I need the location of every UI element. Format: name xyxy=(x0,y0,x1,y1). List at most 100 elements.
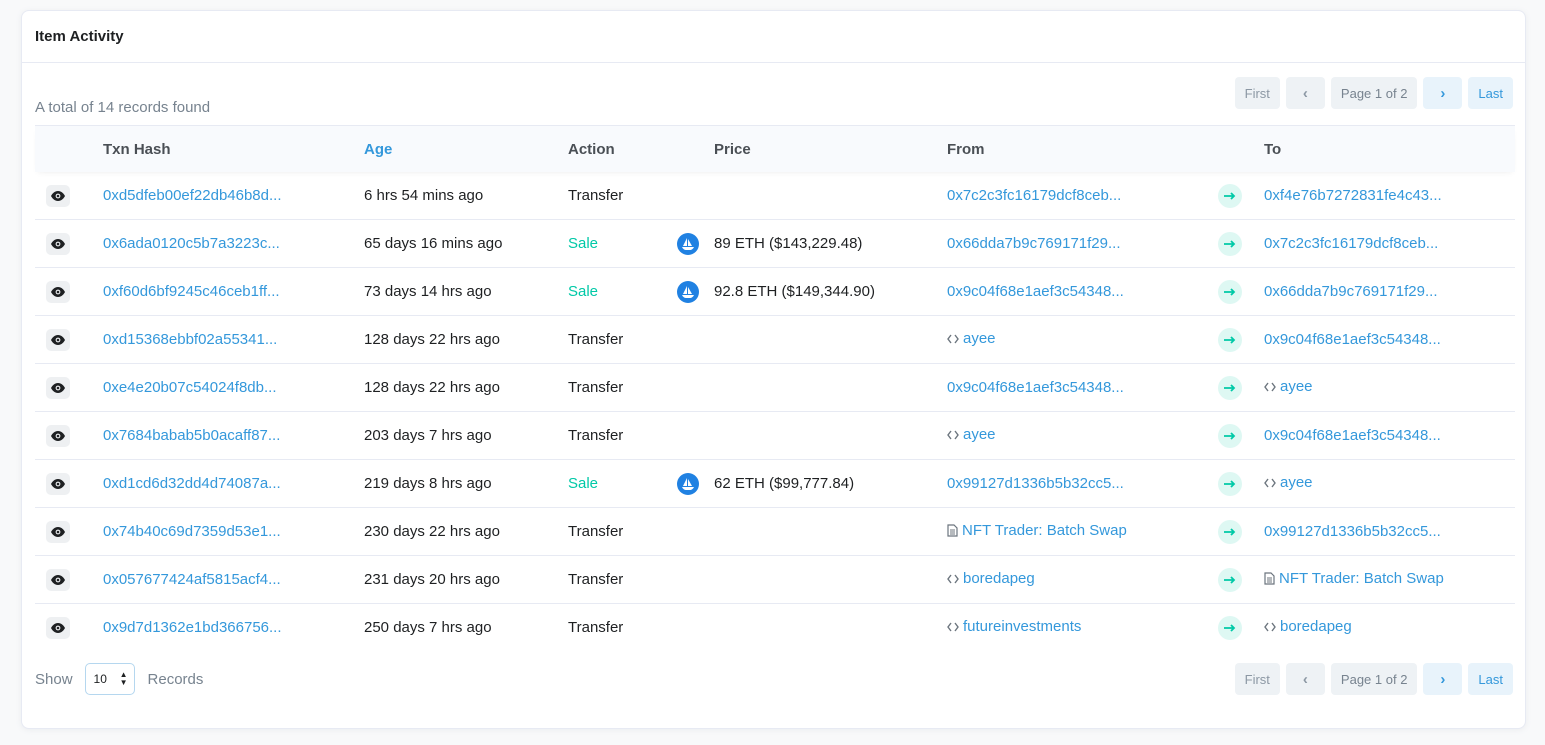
header-age[interactable]: Age xyxy=(364,125,568,172)
arrow-right-icon xyxy=(1218,519,1242,544)
txn-hash-link[interactable]: 0x9d7d1362e1bd366756... xyxy=(103,619,282,636)
txn-hash-link[interactable]: 0x74b40c69d7359d53e1... xyxy=(103,523,281,540)
contract-code-icon xyxy=(947,333,959,345)
page-size-select[interactable]: 10 ▲ ▼ xyxy=(84,663,135,695)
prev-page-button[interactable]: ‹ xyxy=(1285,663,1325,695)
from-address-link[interactable]: 0x9c04f68e1aef3c54348... xyxy=(947,283,1124,300)
to-address-link[interactable]: 0x99127d1336b5b32cc5... xyxy=(1264,523,1441,540)
table-row: 0xe4e20b07c54024f8db... 128 days 22 hrs … xyxy=(35,363,1515,412)
direction-cell xyxy=(1207,555,1264,604)
to-cell: 0x9c04f68e1aef3c54348... xyxy=(1264,411,1515,460)
age-cell: 6 hrs 54 mins ago xyxy=(364,172,568,220)
header-txn-hash: Txn Hash xyxy=(103,125,364,172)
contract-code-icon xyxy=(1264,381,1276,393)
txn-hash-link[interactable]: 0x6ada0120c5b7a3223c... xyxy=(103,235,280,252)
last-page-button[interactable]: Last xyxy=(1468,663,1513,695)
direction-cell xyxy=(1207,363,1264,412)
contract-code-icon xyxy=(947,429,959,441)
page-size-value: 10 xyxy=(93,672,107,686)
eye-icon[interactable] xyxy=(46,376,70,399)
to-address-link[interactable]: ayee xyxy=(1280,474,1313,491)
view-cell xyxy=(35,172,103,220)
arrow-right-icon xyxy=(1218,471,1242,496)
eye-icon[interactable] xyxy=(46,424,70,447)
table-row: 0xd15368ebbf02a55341... 128 days 22 hrs … xyxy=(35,315,1515,364)
price-cell xyxy=(714,507,947,556)
from-cell: 0x9c04f68e1aef3c54348... xyxy=(947,363,1207,412)
from-cell: boredapeg xyxy=(947,555,1207,604)
header-from: From xyxy=(947,125,1207,172)
from-address-link[interactable]: ayee xyxy=(963,330,996,347)
txn-hash-link[interactable]: 0xe4e20b07c54024f8db... xyxy=(103,379,277,396)
to-cell: ayee xyxy=(1264,363,1515,412)
market-cell xyxy=(670,459,714,508)
eye-icon[interactable] xyxy=(46,232,70,255)
eye-icon[interactable] xyxy=(46,520,70,543)
pagination-bottom: First ‹ Page 1 of 2 › Last xyxy=(1234,663,1513,695)
to-address-link[interactable]: boredapeg xyxy=(1280,618,1352,635)
action-label: Transfer xyxy=(568,523,624,540)
next-page-button[interactable]: › xyxy=(1423,77,1463,109)
txn-hash-link[interactable]: 0xd15368ebbf02a55341... xyxy=(103,331,277,348)
action-label: Sale xyxy=(568,235,599,252)
to-cell: 0xf4e76b7272831fe4c43... xyxy=(1264,172,1515,220)
from-address-link[interactable]: NFT Trader: Batch Swap xyxy=(962,522,1127,539)
page-indicator: Page 1 of 2 xyxy=(1330,77,1418,109)
opensea-icon[interactable] xyxy=(677,232,699,255)
eye-icon[interactable] xyxy=(46,328,70,351)
age-cell: 219 days 8 hrs ago xyxy=(364,459,568,508)
arrow-right-icon xyxy=(1218,327,1242,352)
header-view xyxy=(35,125,103,172)
eye-icon[interactable] xyxy=(46,184,70,207)
from-address-link[interactable]: 0x9c04f68e1aef3c54348... xyxy=(947,379,1124,396)
table-row: 0x7684babab5b0acaff87... 203 days 7 hrs … xyxy=(35,411,1515,460)
to-address-link[interactable]: 0x7c2c3fc16179dcf8ceb... xyxy=(1264,235,1438,252)
market-cell xyxy=(670,315,714,364)
to-cell: boredapeg xyxy=(1264,604,1515,652)
eye-icon[interactable] xyxy=(46,280,70,303)
to-address-link[interactable]: NFT Trader: Batch Swap xyxy=(1279,570,1444,587)
from-address-link[interactable]: 0x7c2c3fc16179dcf8ceb... xyxy=(947,187,1121,204)
txn-hash-link[interactable]: 0x7684babab5b0acaff87... xyxy=(103,427,280,444)
first-page-button[interactable]: First xyxy=(1234,663,1280,695)
txn-hash-cell: 0x6ada0120c5b7a3223c... xyxy=(103,219,364,268)
eye-icon[interactable] xyxy=(46,568,70,591)
txn-hash-link[interactable]: 0xf60d6bf9245c46ceb1ff... xyxy=(103,283,280,300)
to-address-link[interactable]: ayee xyxy=(1280,378,1313,395)
opensea-icon[interactable] xyxy=(677,280,699,303)
txn-hash-link[interactable]: 0x057677424af5815acf4... xyxy=(103,571,281,588)
to-address-link[interactable]: 0xf4e76b7272831fe4c43... xyxy=(1264,187,1442,204)
to-cell: ayee xyxy=(1264,459,1515,508)
from-address-link[interactable]: futureinvestments xyxy=(963,618,1081,635)
direction-cell xyxy=(1207,411,1264,460)
to-address-link[interactable]: 0x9c04f68e1aef3c54348... xyxy=(1264,427,1441,444)
from-address-link[interactable]: ayee xyxy=(963,426,996,443)
view-cell xyxy=(35,555,103,604)
from-cell: futureinvestments xyxy=(947,604,1207,652)
to-address-link[interactable]: 0x9c04f68e1aef3c54348... xyxy=(1264,331,1441,348)
prev-page-button[interactable]: ‹ xyxy=(1285,77,1325,109)
eye-icon[interactable] xyxy=(46,616,70,639)
action-label: Transfer xyxy=(568,619,624,636)
from-address-link[interactable]: 0x99127d1336b5b32cc5... xyxy=(947,475,1124,492)
header-to: To xyxy=(1264,125,1515,172)
to-cell: NFT Trader: Batch Swap xyxy=(1264,555,1515,604)
eye-icon[interactable] xyxy=(46,472,70,495)
header-price: Price xyxy=(714,125,947,172)
next-page-button[interactable]: › xyxy=(1423,663,1463,695)
from-address-link[interactable]: boredapeg xyxy=(963,570,1035,587)
opensea-icon[interactable] xyxy=(677,472,699,495)
action-label: Transfer xyxy=(568,331,624,348)
contract-code-icon xyxy=(1264,621,1276,633)
contract-file-icon xyxy=(947,524,958,537)
txn-hash-link[interactable]: 0xd1cd6d32dd4d74087a... xyxy=(103,475,281,492)
last-page-button[interactable]: Last xyxy=(1468,77,1513,109)
table-row: 0x057677424af5815acf4... 231 days 20 hrs… xyxy=(35,555,1515,604)
txn-hash-link[interactable]: 0xd5dfeb00ef22db46b8d... xyxy=(103,187,282,204)
first-page-button[interactable]: First xyxy=(1234,77,1280,109)
age-cell: 203 days 7 hrs ago xyxy=(364,411,568,460)
from-address-link[interactable]: 0x66dda7b9c769171f29... xyxy=(947,235,1121,252)
to-address-link[interactable]: 0x66dda7b9c769171f29... xyxy=(1264,283,1438,300)
action-cell: Transfer xyxy=(568,507,670,556)
market-cell xyxy=(670,219,714,268)
